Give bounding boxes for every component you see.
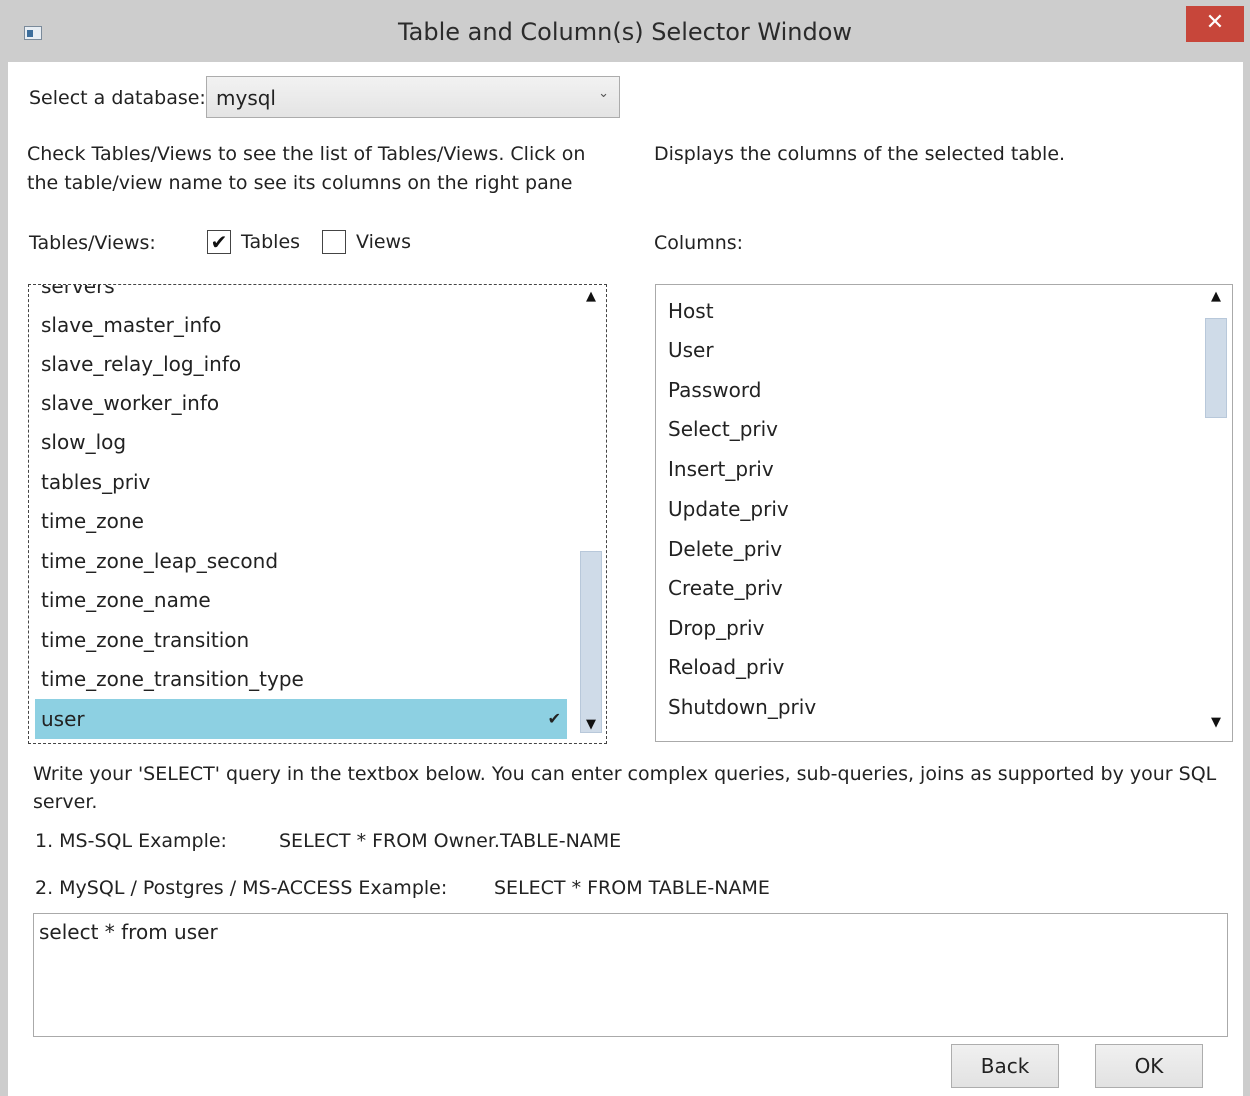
column-item[interactable]: Select_priv (656, 409, 778, 449)
columns-scrollbar[interactable]: ▲ ▼ (1201, 285, 1231, 741)
scroll-thumb[interactable] (580, 551, 602, 733)
table-item-selected[interactable]: user ✔ (35, 699, 567, 739)
database-label: Select a database: (29, 87, 206, 109)
database-dropdown[interactable]: mysql ⌄ (206, 76, 620, 118)
column-item[interactable]: Reload_priv (656, 647, 784, 687)
window-content: Select a database: mysql ⌄ Check Tables/… (8, 62, 1243, 1096)
query-help-line1: Write your 'SELECT' query in the textbox… (33, 763, 1217, 785)
table-item[interactable]: tables_priv (29, 462, 150, 502)
right-help-text: Displays the columns of the selected tab… (654, 143, 1066, 165)
tables-scrollbar[interactable]: ▲ ▼ (576, 285, 606, 743)
close-button[interactable]: ✕ (1186, 6, 1244, 42)
list-item-partial[interactable]: servers (29, 285, 115, 306)
columns-listbox[interactable]: Host User Password Select_priv Insert_pr… (655, 284, 1233, 742)
table-item[interactable]: slave_worker_info (29, 383, 219, 423)
left-help-line2: the table/view name to see its columns o… (27, 172, 573, 194)
columns-label: Columns: (654, 232, 744, 254)
check-icon: ✔ (547, 709, 561, 728)
query-help-line2: server. (33, 791, 98, 813)
selector-window: Table and Column(s) Selector Window ✕ Se… (0, 0, 1250, 1096)
chevron-down-icon: ⌄ (598, 86, 609, 101)
query-textbox[interactable]: select * from user (33, 913, 1228, 1037)
table-item[interactable]: slow_log (29, 422, 126, 462)
views-checkbox[interactable] (322, 230, 346, 254)
title-bar[interactable]: Table and Column(s) Selector Window ✕ (0, 0, 1250, 62)
column-item[interactable]: Password (656, 370, 761, 410)
table-item[interactable]: time_zone_transition (29, 620, 249, 660)
scroll-up-icon[interactable]: ▲ (1201, 289, 1231, 304)
column-item[interactable]: Insert_priv (656, 449, 774, 489)
column-item[interactable]: Host (656, 291, 714, 331)
column-item[interactable]: User (656, 330, 714, 370)
column-item[interactable]: Delete_priv (656, 529, 782, 569)
database-selected-value: mysql (216, 86, 276, 110)
views-checkbox-label[interactable]: Views (356, 231, 411, 253)
scroll-down-icon[interactable]: ▼ (576, 717, 606, 732)
table-item[interactable]: slave_master_info (29, 305, 221, 345)
scroll-up-icon[interactable]: ▲ (576, 289, 606, 304)
table-item[interactable]: slave_relay_log_info (29, 344, 241, 384)
tables-checkbox[interactable]: ✔ (207, 230, 231, 254)
mysql-example-sql: SELECT * FROM TABLE-NAME (494, 877, 770, 899)
table-item[interactable]: time_zone_transition_type (29, 659, 304, 699)
mssql-example-label: 1. MS-SQL Example: (35, 830, 227, 852)
tables-checkbox-label[interactable]: Tables (241, 231, 300, 253)
back-button[interactable]: Back (951, 1044, 1059, 1088)
table-item[interactable]: time_zone (29, 501, 144, 541)
ok-button[interactable]: OK (1095, 1044, 1203, 1088)
left-help-line1: Check Tables/Views to see the list of Ta… (27, 143, 586, 165)
mssql-example-sql: SELECT * FROM Owner.TABLE-NAME (279, 830, 622, 852)
table-item[interactable]: time_zone_leap_second (29, 541, 278, 581)
scroll-thumb[interactable] (1205, 318, 1227, 418)
selected-table-label: user (41, 707, 85, 731)
mysql-example-label: 2. MySQL / Postgres / MS-ACCESS Example: (35, 877, 448, 899)
scroll-down-icon[interactable]: ▼ (1201, 715, 1231, 730)
column-item[interactable]: Drop_priv (656, 608, 764, 648)
tables-views-label: Tables/Views: (29, 232, 156, 254)
column-item[interactable]: Update_priv (656, 489, 789, 529)
column-item[interactable]: Create_priv (656, 568, 783, 608)
table-item[interactable]: time_zone_name (29, 580, 211, 620)
window-title: Table and Column(s) Selector Window (397, 18, 853, 46)
column-item[interactable]: Shutdown_priv (656, 687, 816, 727)
tables-listbox[interactable]: servers slave_master_info slave_relay_lo… (28, 284, 607, 744)
